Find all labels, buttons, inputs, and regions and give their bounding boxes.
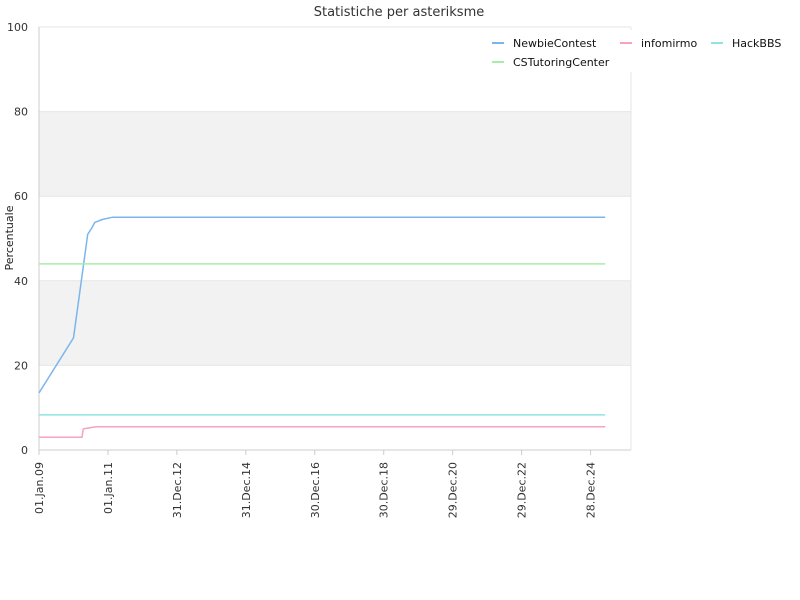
series-line-infomirmo	[39, 425, 606, 439]
axes	[38, 27, 632, 451]
y-tick-label: 40	[14, 275, 28, 288]
x-tick-label: 01.Jan.11	[102, 462, 115, 514]
x-tick-labels: 01.Jan.09 01.Jan.11 31.Dec.12 31.Dec.14 30.D…	[33, 450, 598, 518]
x-tick-label: 30.Dec.16	[309, 462, 322, 518]
y-axis-label: Percentuale	[3, 205, 16, 270]
plot-band	[39, 280, 631, 366]
plot-band	[39, 111, 631, 197]
chart-title: Statistiche per asteriksme	[314, 5, 485, 20]
legend-label: infomirmo	[641, 37, 697, 50]
legend-label: NewbieContest	[513, 37, 597, 50]
y-tick-label: 80	[14, 106, 28, 119]
legend-label: CSTutoringCenter	[513, 56, 610, 69]
plot-bands	[39, 111, 631, 366]
x-tick-label: 28.Dec.24	[585, 462, 598, 518]
line-chart: 0 20 40 60 80 100 01.Jan.09 01.Jan.11 31.Dec.12…	[3, 5, 786, 518]
x-tick-label: 29.Dec.22	[516, 462, 529, 518]
x-tick-label: 30.Dec.18	[378, 462, 391, 518]
legend-label: HackBBS	[732, 37, 781, 50]
legend: NewbieContest infomirmo HackBBS CSTutoringC…	[480, 30, 786, 72]
x-tick-label: 29.Dec.20	[447, 462, 460, 518]
y-tick-label: 100	[7, 21, 28, 34]
y-tick-label: 20	[14, 359, 28, 372]
y-tick-label: 60	[14, 190, 28, 203]
y-tick-label: 0	[21, 444, 28, 457]
x-tick-label: 31.Dec.12	[171, 462, 184, 518]
x-tick-label: 01.Jan.09	[33, 462, 46, 514]
x-tick-label: 31.Dec.14	[240, 462, 253, 518]
grid-lines	[39, 26, 631, 451]
